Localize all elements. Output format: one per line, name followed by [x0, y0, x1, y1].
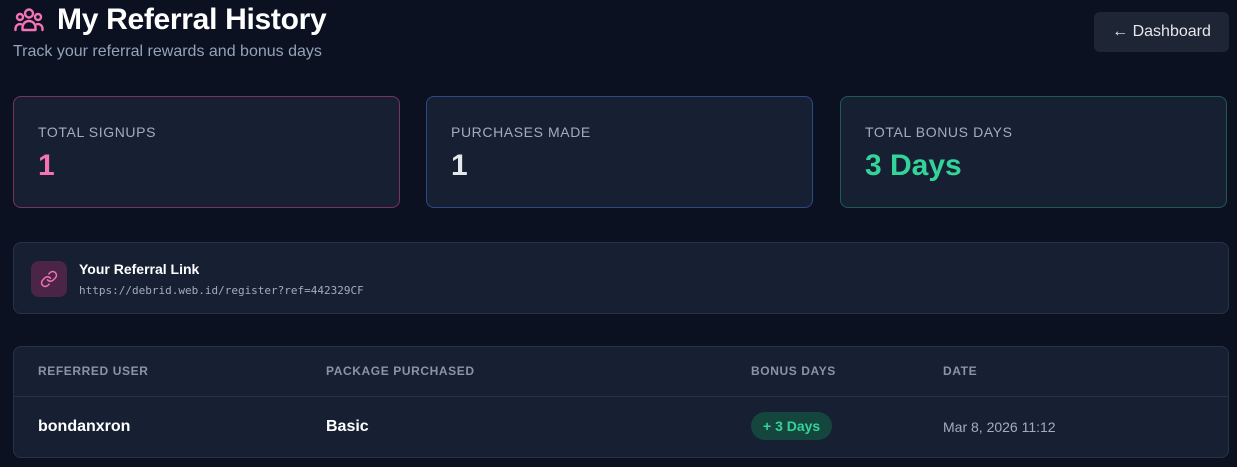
title-row: My Referral History [13, 3, 327, 37]
table-row: bondanxron Basic + 3 Days Mar 8, 2026 11… [14, 397, 1228, 457]
stat-value: 1 [38, 149, 55, 182]
stat-value: 1 [451, 149, 468, 182]
back-to-dashboard-button[interactable]: ← Dashboard [1094, 12, 1229, 52]
column-header-bonus-days: BONUS DAYS [751, 364, 836, 378]
referral-link-url[interactable]: https://debrid.web.id/register?ref=44232… [79, 284, 364, 297]
referral-history-page: My Referral History Track your referral … [0, 0, 1237, 467]
package-cell: Basic [326, 418, 369, 435]
page-header: My Referral History Track your referral … [13, 0, 1229, 70]
purchases-made-card: PURCHASES MADE 1 [426, 96, 813, 208]
column-header-package: PACKAGE PURCHASED [326, 364, 475, 378]
bonus-days-badge: + 3 Days [751, 412, 833, 440]
referral-link-title: Your Referral Link [79, 261, 200, 277]
referral-table: REFERRED USER PACKAGE PURCHASED BONUS DA… [13, 346, 1229, 458]
users-icon [13, 4, 45, 36]
stats-row: TOTAL SIGNUPS 1 PURCHASES MADE 1 TOTAL B… [13, 96, 1229, 210]
referred-user-cell: bondanxron [38, 418, 131, 435]
link-icon [31, 261, 67, 297]
stat-value: 3 Days [865, 149, 962, 182]
total-bonus-days-card: TOTAL BONUS DAYS 3 Days [840, 96, 1227, 208]
page-title: My Referral History [57, 3, 327, 36]
total-signups-card: TOTAL SIGNUPS 1 [13, 96, 400, 208]
column-header-referred-user: REFERRED USER [38, 364, 149, 378]
table-header: REFERRED USER PACKAGE PURCHASED BONUS DA… [14, 347, 1228, 397]
page-subtitle: Track your referral rewards and bonus da… [13, 43, 322, 60]
column-header-date: DATE [943, 364, 978, 378]
stat-label: PURCHASES MADE [451, 124, 591, 140]
date-cell: Mar 8, 2026 11:12 [943, 419, 1056, 435]
stat-label: TOTAL SIGNUPS [38, 124, 157, 140]
stat-label: TOTAL BONUS DAYS [865, 124, 1013, 140]
referral-link-card: Your Referral Link https://debrid.web.id… [13, 242, 1229, 314]
